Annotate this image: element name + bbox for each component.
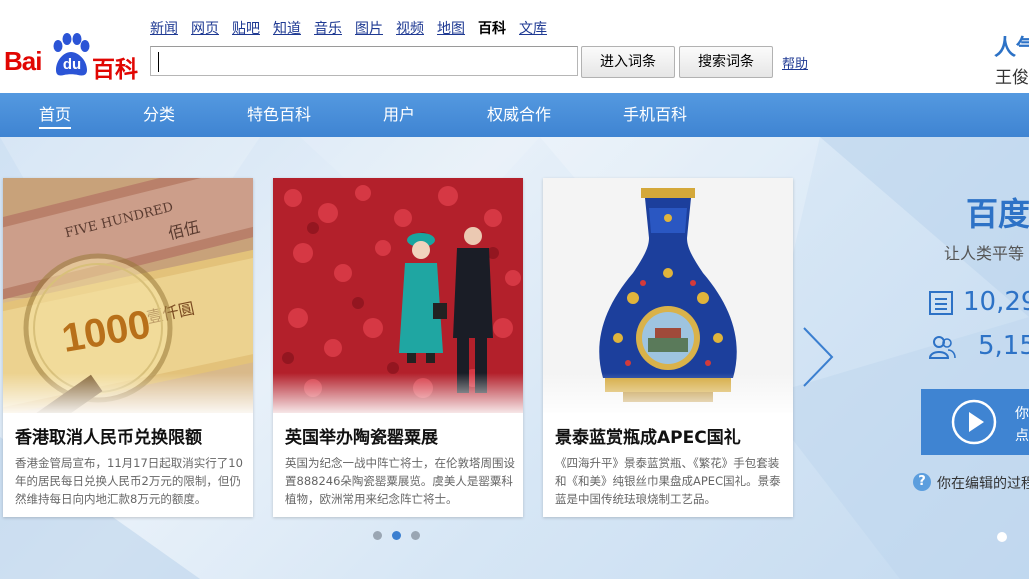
text-caret [158, 52, 159, 72]
play-icon [951, 399, 997, 445]
product-link-news[interactable]: 新闻 [150, 18, 178, 40]
header: Bai du 百科 新闻 网页 贴吧 知道 音乐 图片 视频 地图 百科 文库 … [0, 0, 1029, 93]
enter-entry-button[interactable]: 进入词条 [581, 46, 675, 78]
promo-subtext[interactable]: 王俊 [995, 63, 1029, 88]
product-link-images[interactable]: 图片 [355, 18, 383, 40]
product-link-wenku[interactable]: 文库 [519, 18, 547, 40]
play-video-button[interactable]: 你 点 [921, 389, 1029, 455]
search-input[interactable] [150, 46, 578, 76]
nav-item-mobile[interactable]: 手机百科 [623, 93, 687, 137]
main-nav-bar: 首页 分类 特色百科 用户 权威合作 手机百科 [0, 93, 1029, 137]
product-link-baike: 百科 [478, 21, 506, 37]
product-link-map[interactable]: 地图 [437, 18, 465, 40]
users-icon [928, 336, 956, 359]
product-nav: 新闻 网页 贴吧 知道 音乐 图片 视频 地图 百科 文库 [150, 18, 560, 40]
card-description: 香港金管局宣布，11月17日起取消实行了10年的居民每日兑换人民币2万元的限制，… [15, 456, 243, 506]
nav-item-partners[interactable]: 权威合作 [487, 93, 551, 137]
card-description: 《四海升平》景泰蓝赏瓶、《繁花》手包套装和《和美》纯银丝巾果盘成APEC国礼。景… [555, 456, 781, 506]
nav-item-home[interactable]: 首页 [39, 93, 72, 137]
product-link-zhidao[interactable]: 知道 [273, 18, 301, 40]
news-card-hk-rmb[interactable]: FIVE HUNDRED 佰伍 壹仟圓 1000 香港取消人民币兑换限额 香港金… [3, 178, 253, 517]
nav-item-categories[interactable]: 分类 [143, 93, 175, 137]
card-description: 英国为纪念一战中阵亡将士，在伦敦塔周围设置888246朵陶瓷罂粟展览。虞美人是罂… [285, 456, 515, 506]
card-fade [3, 373, 253, 418]
search-entry-button[interactable]: 搜索词条 [679, 46, 773, 78]
card-title[interactable]: 香港取消人民币兑换限额 [15, 423, 202, 448]
hero-banner: FIVE HUNDRED 佰伍 壹仟圓 1000 香港取消人民币兑换限额 香港金… [0, 137, 1029, 579]
card-fade [543, 373, 793, 418]
baidu-baike-logo[interactable]: Bai du 百科 [4, 30, 144, 83]
carousel-dot-3[interactable] [411, 531, 420, 540]
entry-count: 10,29 [963, 287, 1029, 317]
product-link-tieba[interactable]: 贴吧 [232, 18, 260, 40]
carousel-dot-2[interactable] [392, 531, 401, 540]
logo-bai-text: Bai [4, 46, 42, 76]
side-carousel-dot[interactable] [997, 532, 1007, 542]
promo-heading[interactable]: 人气 [994, 30, 1029, 62]
card-fade [273, 373, 523, 418]
side-panel-slogan: 让人类平等 [944, 244, 1025, 263]
play-label-line2: 点 [1015, 428, 1029, 444]
news-card-uk-poppies[interactable]: 英国举办陶瓷罂粟展 英国为纪念一战中阵亡将士，在伦敦塔周围设置888246朵陶瓷… [273, 178, 523, 517]
carousel-dot-1[interactable] [373, 531, 382, 540]
logo-baike-text: 百科 [92, 57, 138, 83]
product-link-web[interactable]: 网页 [191, 18, 219, 40]
question-icon[interactable]: ? [913, 473, 931, 491]
card-title[interactable]: 景泰蓝赏瓶成APEC国礼 [555, 423, 741, 448]
news-card-cloisonne-vase[interactable]: 景泰蓝赏瓶成APEC国礼 《四海升平》景泰蓝赏瓶、《繁花》手包套装和《和美》纯银… [543, 178, 793, 517]
chevron-right-icon[interactable] [800, 324, 836, 390]
nav-item-users[interactable]: 用户 [383, 93, 415, 137]
nav-item-featured[interactable]: 特色百科 [247, 93, 311, 137]
product-link-music[interactable]: 音乐 [314, 18, 342, 40]
product-link-video[interactable]: 视频 [396, 18, 424, 40]
help-link[interactable]: 帮助 [782, 53, 808, 72]
play-label-line1: 你 [1015, 406, 1029, 422]
user-count: 5,15 [978, 331, 1029, 361]
card-title[interactable]: 英国举办陶瓷罂粟展 [285, 423, 438, 448]
logo-du-text: du [62, 56, 82, 73]
help-question-text[interactable]: 你在编辑的过程 [937, 473, 1029, 493]
side-panel-title: 百度 [966, 195, 1029, 233]
carousel-pagination [373, 531, 420, 540]
document-list-icon [929, 291, 953, 315]
